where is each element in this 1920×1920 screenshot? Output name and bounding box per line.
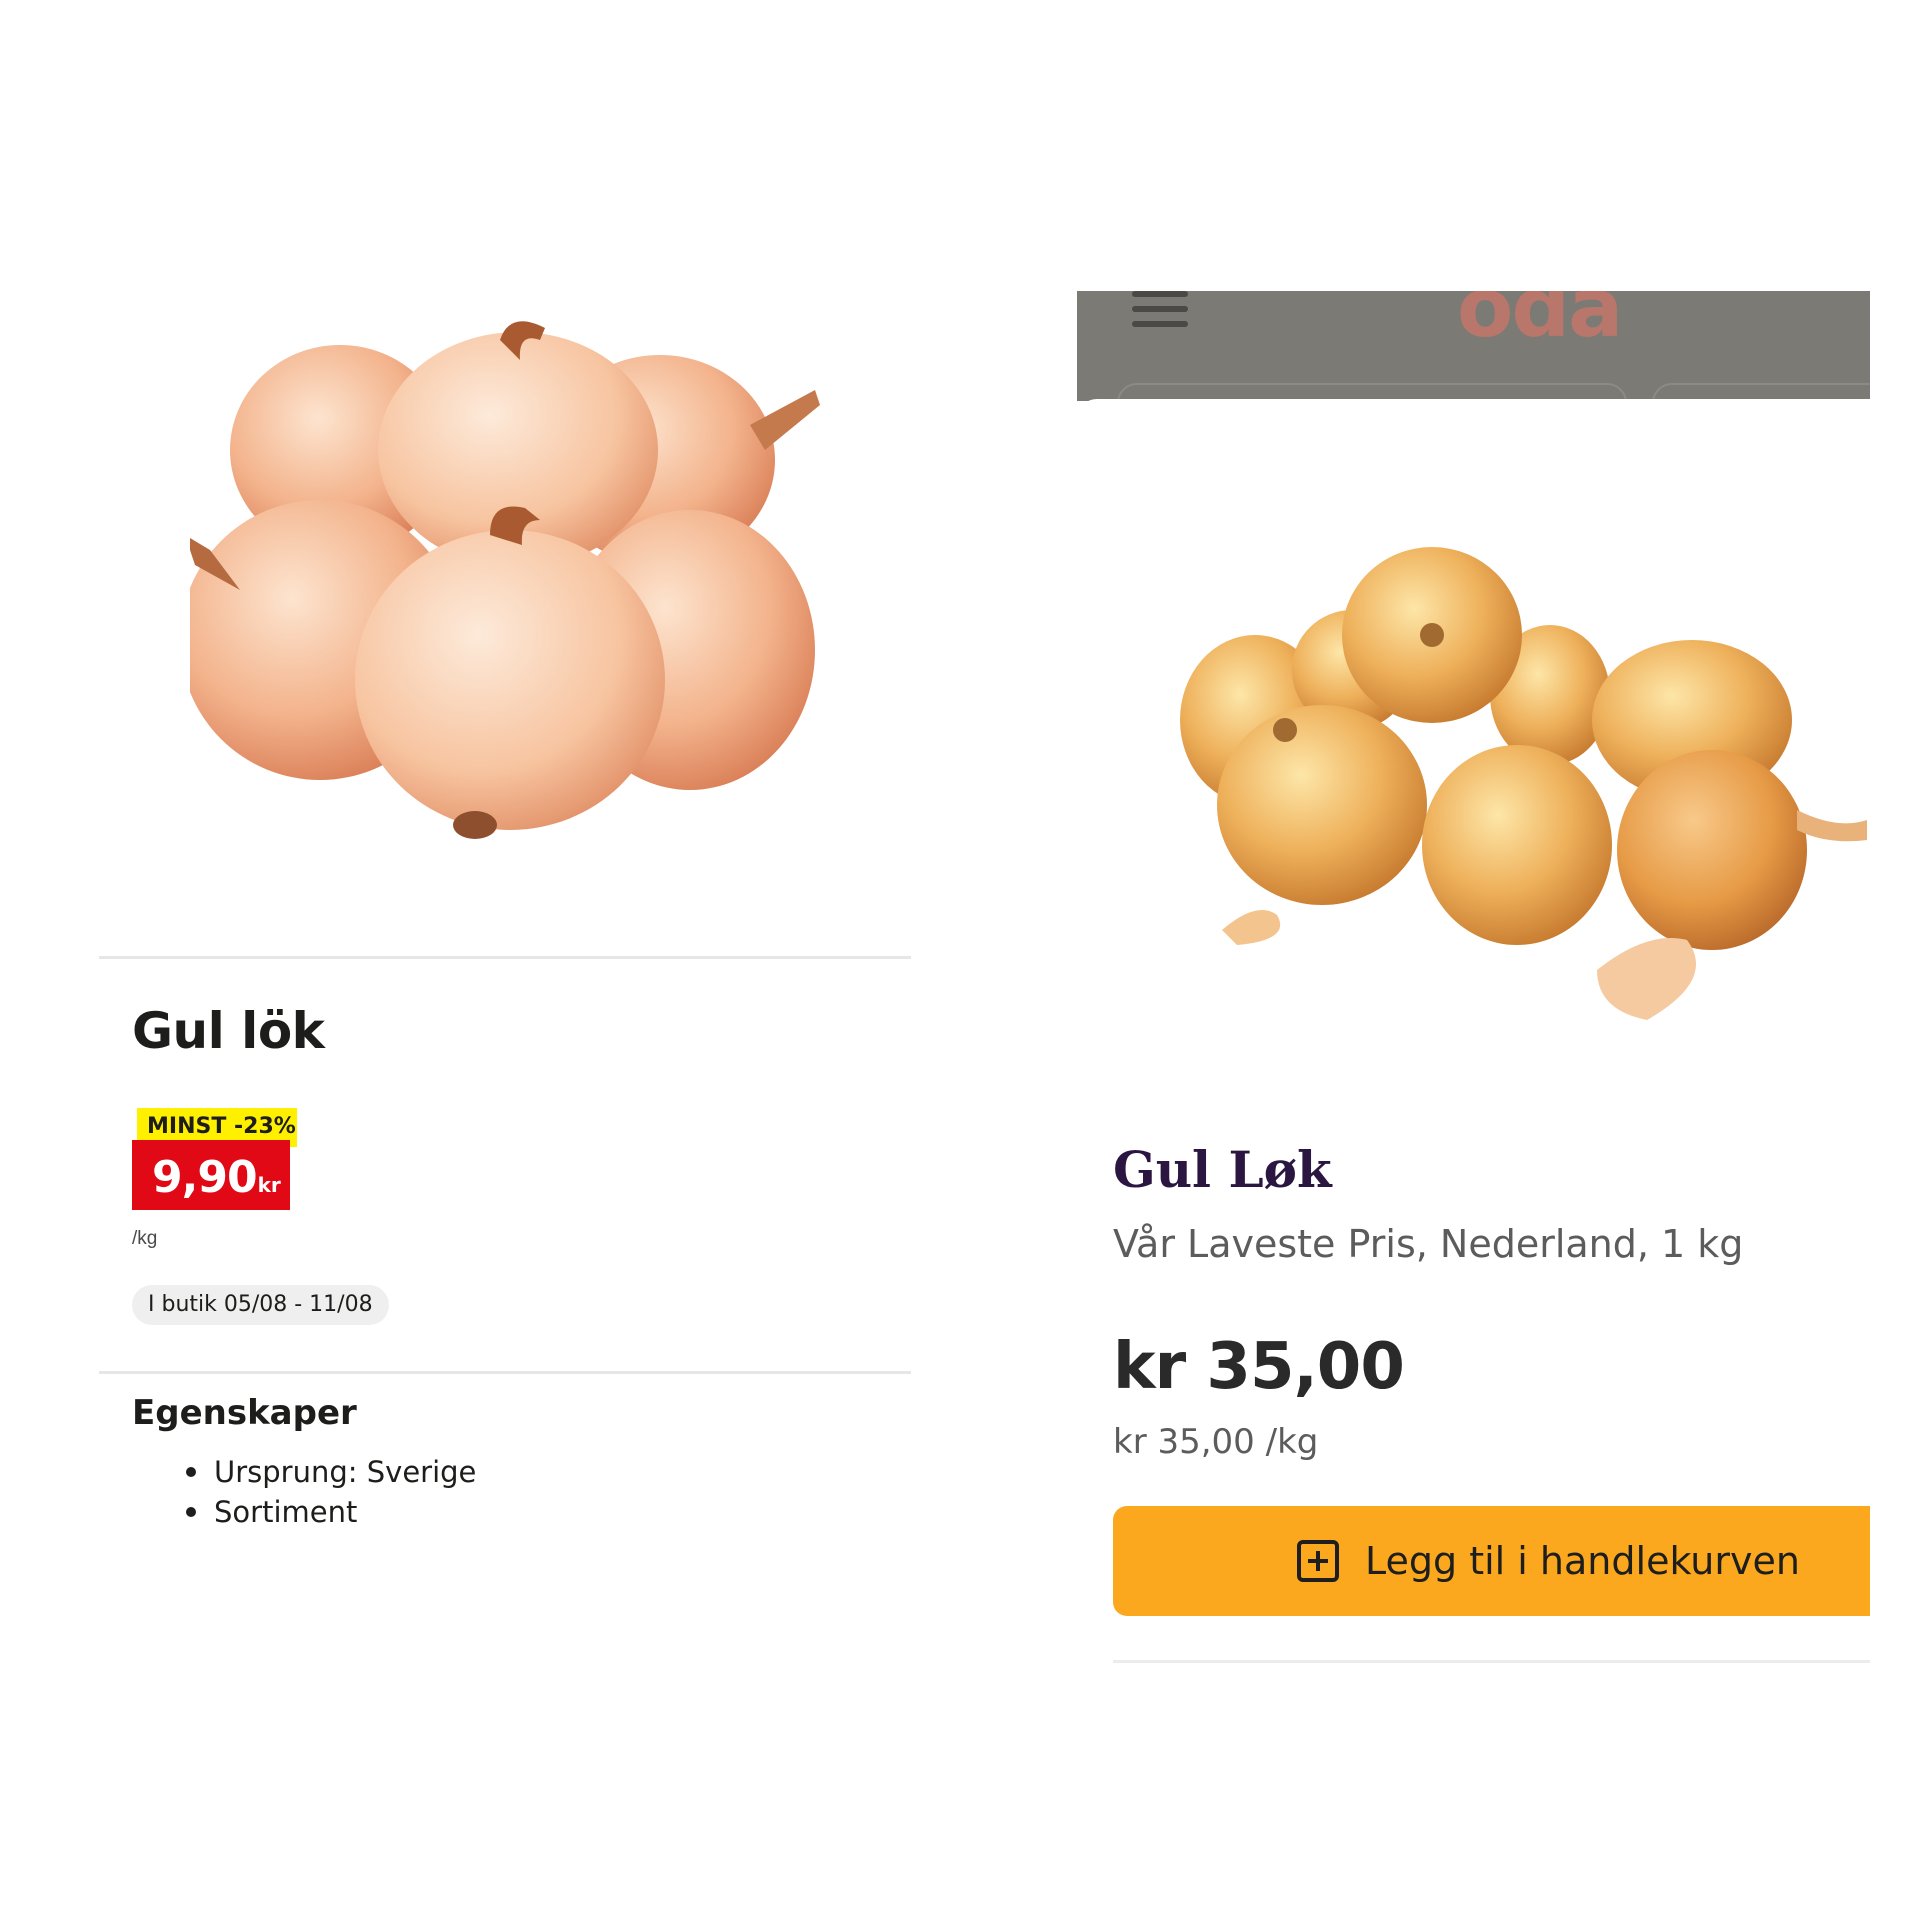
bullet-icon: [186, 1467, 196, 1477]
price-value: 9,90: [152, 1152, 258, 1203]
hamburger-menu-icon[interactable]: [1132, 291, 1188, 331]
app-header-overlay: oda: [1077, 291, 1870, 401]
plus-square-icon: [1297, 1540, 1339, 1582]
price-unit-label: /kg: [132, 1228, 158, 1249]
lidl-product-image: [190, 321, 820, 839]
product-title: Gul lök: [132, 1002, 325, 1060]
add-to-cart-button[interactable]: Legg til i handlekurven: [1113, 1506, 1870, 1616]
property-text: Sortiment: [214, 1495, 358, 1529]
product-price: kr 35,00: [1113, 1330, 1405, 1404]
unit-price: kr 35,00 /kg: [1113, 1422, 1319, 1462]
divider: [1113, 1660, 1870, 1663]
price-currency: kr: [257, 1173, 281, 1197]
product-title: Gul Løk: [1113, 1140, 1332, 1199]
oda-product-panel: oda Gul Løk Vår Laveste Pris, Nederland,…: [1077, 0, 1870, 1920]
divider: [99, 1371, 911, 1374]
divider: [99, 956, 911, 959]
property-text: Ursprung: Sverige: [214, 1455, 477, 1489]
list-item: Sortiment: [186, 1492, 476, 1532]
properties-heading: Egenskaper: [132, 1393, 357, 1433]
oda-logo: oda: [1457, 291, 1623, 356]
price-tag: 9,90kr: [132, 1140, 290, 1210]
product-subtitle: Vår Laveste Pris, Nederland, 1 kg: [1113, 1222, 1744, 1266]
oda-product-image: [1180, 547, 1867, 1020]
lidl-product-panel: Gul lök MINST -23% 9,90kr /kg I butik 05…: [0, 0, 1000, 1920]
availability-badge: I butik 05/08 - 11/08: [132, 1285, 389, 1325]
add-to-cart-label: Legg til i handlekurven: [1365, 1539, 1800, 1583]
list-item: Ursprung: Sverige: [186, 1452, 476, 1492]
bullet-icon: [186, 1507, 196, 1517]
properties-list: Ursprung: Sverige Sortiment: [186, 1452, 476, 1532]
